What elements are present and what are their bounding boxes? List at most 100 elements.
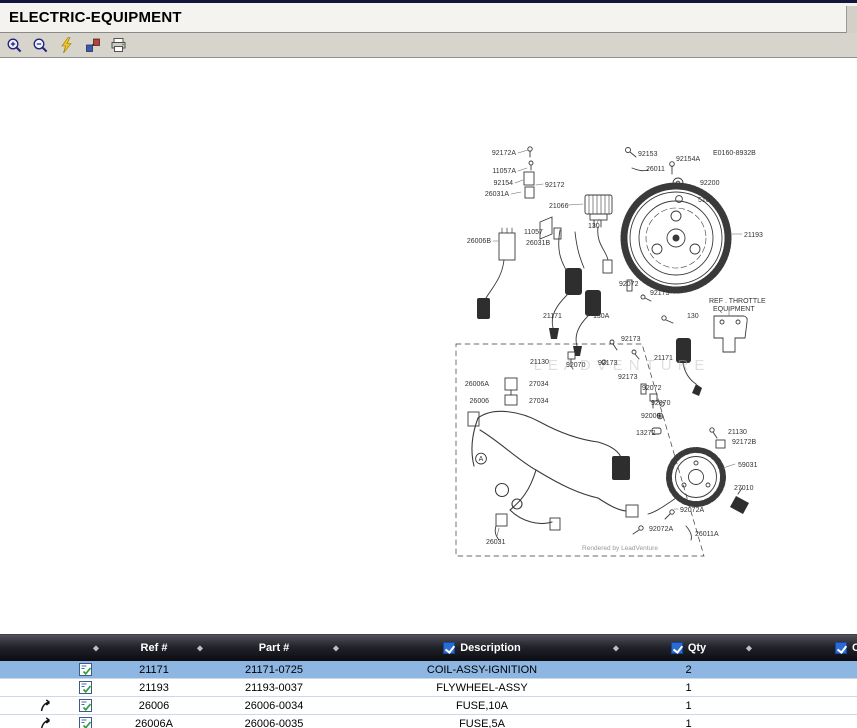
- part-number-label: 21130: [530, 359, 549, 366]
- flywheel-art: [624, 186, 728, 290]
- hotspot-link-icon[interactable]: [83, 36, 102, 55]
- part-number-label: 130: [588, 223, 600, 230]
- cell-desc: FLYWHEEL-ASSY: [342, 682, 622, 694]
- part-number-label: 92200: [700, 180, 720, 187]
- part-number-label: 92172: [545, 182, 565, 189]
- flash-icon[interactable]: [57, 36, 76, 55]
- part-number-label: 92173: [650, 290, 670, 297]
- throttle-bracket-art: [714, 316, 747, 352]
- table-row[interactable]: 26006 26006-0034 FUSE,10A 1: [0, 697, 857, 715]
- row-icon-cell: [0, 679, 102, 696]
- part-number-label: 510: [698, 197, 710, 204]
- part-number-label: EQUIPMENT: [713, 306, 755, 313]
- part-detail-icon[interactable]: [79, 663, 92, 676]
- col-ref[interactable]: Ref # ◆: [102, 635, 206, 661]
- sort-icon[interactable]: ◆: [93, 644, 99, 653]
- col-extra[interactable]: C: [755, 635, 857, 661]
- render-credit: Rendered by LeadVenture: [582, 545, 658, 552]
- callout-circle: [476, 453, 487, 464]
- part-number-label: 92172B: [732, 439, 756, 446]
- title-bar: ELECTRIC-EQUIPMENT: [0, 0, 857, 33]
- table-body: 21171 21171-0725 COIL-ASSY-IGNITION 2 21…: [0, 661, 857, 728]
- col-icons[interactable]: ◆: [0, 635, 102, 661]
- part-number-label: 21130: [728, 429, 747, 436]
- part-number-label: 59031: [738, 462, 758, 469]
- sort-icon[interactable]: ◆: [746, 644, 752, 653]
- cell-qty: 1: [622, 718, 755, 728]
- watermark: LEADVENTURE: [534, 357, 711, 374]
- stator-art: [648, 450, 723, 514]
- row-icon-cell: [0, 697, 102, 714]
- cell-desc: FUSE,10A: [342, 700, 622, 712]
- igniter-art: [585, 195, 612, 273]
- part-number-label: 92070: [566, 362, 586, 369]
- superseded-arrow-icon: [40, 699, 54, 712]
- cell-ref: 21171: [102, 664, 206, 676]
- col-part-label: Part #: [259, 642, 290, 654]
- part-number-label: 92154A: [676, 156, 700, 163]
- col-part[interactable]: Part # ◆: [206, 635, 342, 661]
- part-number-label: 26011: [646, 166, 665, 173]
- part-number-label: 92173: [621, 336, 641, 343]
- part-labels: 92172A11057A9215426031A92172210661105726…: [465, 150, 766, 546]
- col-qty-label: Qty: [688, 642, 706, 654]
- part-number-label: REF . THROTTLE: [709, 298, 766, 305]
- part-number-label: 26011A: [695, 531, 719, 538]
- page-title: ELECTRIC-EQUIPMENT: [9, 9, 182, 26]
- col-ref-label: Ref #: [141, 642, 168, 654]
- part-detail-icon[interactable]: [79, 681, 92, 694]
- part-number-label: 92072A: [680, 507, 704, 514]
- cell-ref: 26006: [102, 700, 206, 712]
- zoom-out-icon[interactable]: [31, 36, 50, 55]
- fuse-lead-art: [477, 228, 515, 319]
- part-number-label: 21171: [543, 313, 562, 320]
- harness-art: [472, 411, 626, 523]
- part-detail-icon[interactable]: [79, 717, 92, 728]
- extra-column-checkbox[interactable]: [835, 642, 847, 654]
- zoom-in-icon[interactable]: [5, 36, 24, 55]
- screw-stack-art: [524, 147, 561, 239]
- part-detail-icon[interactable]: [79, 699, 92, 712]
- desc-column-checkbox[interactable]: [443, 642, 455, 654]
- sort-icon[interactable]: ◆: [333, 644, 339, 653]
- qty-column-checkbox[interactable]: [671, 642, 683, 654]
- cell-qty: 1: [622, 700, 755, 712]
- part-number-label: 13272: [636, 430, 656, 437]
- part-number-label: E0160-8932B: [713, 150, 756, 157]
- part-number-label: 130A: [593, 313, 610, 320]
- part-number-label: A: [479, 456, 484, 463]
- parts-table: ◆ Ref # ◆ Part # ◆ Description ◆ Qty ◆: [0, 634, 857, 728]
- parts-catalog-window: LEADVENTURE Rendered by LeadVenture 9217…: [0, 0, 857, 728]
- fuse-holder-art: [505, 378, 517, 405]
- cell-part: 26006-0034: [206, 700, 342, 712]
- part-number-label: 11057A: [492, 168, 516, 175]
- part-number-label: 21066: [549, 203, 569, 210]
- part-number-label: 26031B: [526, 240, 550, 247]
- harness-connectors-art: [468, 412, 638, 540]
- part-number-label: 92072A: [649, 526, 673, 533]
- part-number-label: 92072: [642, 385, 662, 392]
- table-row[interactable]: 21171 21171-0725 COIL-ASSY-IGNITION 2: [0, 661, 857, 679]
- col-desc[interactable]: Description ◆: [342, 635, 622, 661]
- cell-qty: 2: [622, 664, 755, 676]
- table-row[interactable]: 21193 21193-0037 FLYWHEEL-ASSY 1: [0, 679, 857, 697]
- row-icon-cell: [0, 715, 102, 728]
- row-icon-cell: [0, 661, 102, 678]
- cell-part: 21171-0725: [206, 664, 342, 676]
- part-number-label: 21193: [744, 232, 763, 239]
- sort-icon[interactable]: ◆: [613, 644, 619, 653]
- part-number-label: 11057: [524, 229, 543, 236]
- part-number-label: 21171: [654, 355, 673, 362]
- sort-icon[interactable]: ◆: [197, 644, 203, 653]
- part-number-label: 92173: [618, 374, 638, 381]
- table-row[interactable]: 26006A 26006-0035 FUSE,5A 1: [0, 715, 857, 728]
- part-number-label: 26031: [486, 539, 506, 546]
- print-icon[interactable]: [109, 36, 128, 55]
- part-number-label: 27034: [529, 398, 549, 405]
- part-number-label: 92172A: [492, 150, 516, 157]
- ignition-coil-art: [549, 268, 702, 408]
- cell-part: 26006-0035: [206, 718, 342, 728]
- part-number-label: 27010: [734, 485, 754, 492]
- col-qty[interactable]: Qty ◆: [622, 635, 755, 661]
- col-desc-label: Description: [460, 642, 521, 654]
